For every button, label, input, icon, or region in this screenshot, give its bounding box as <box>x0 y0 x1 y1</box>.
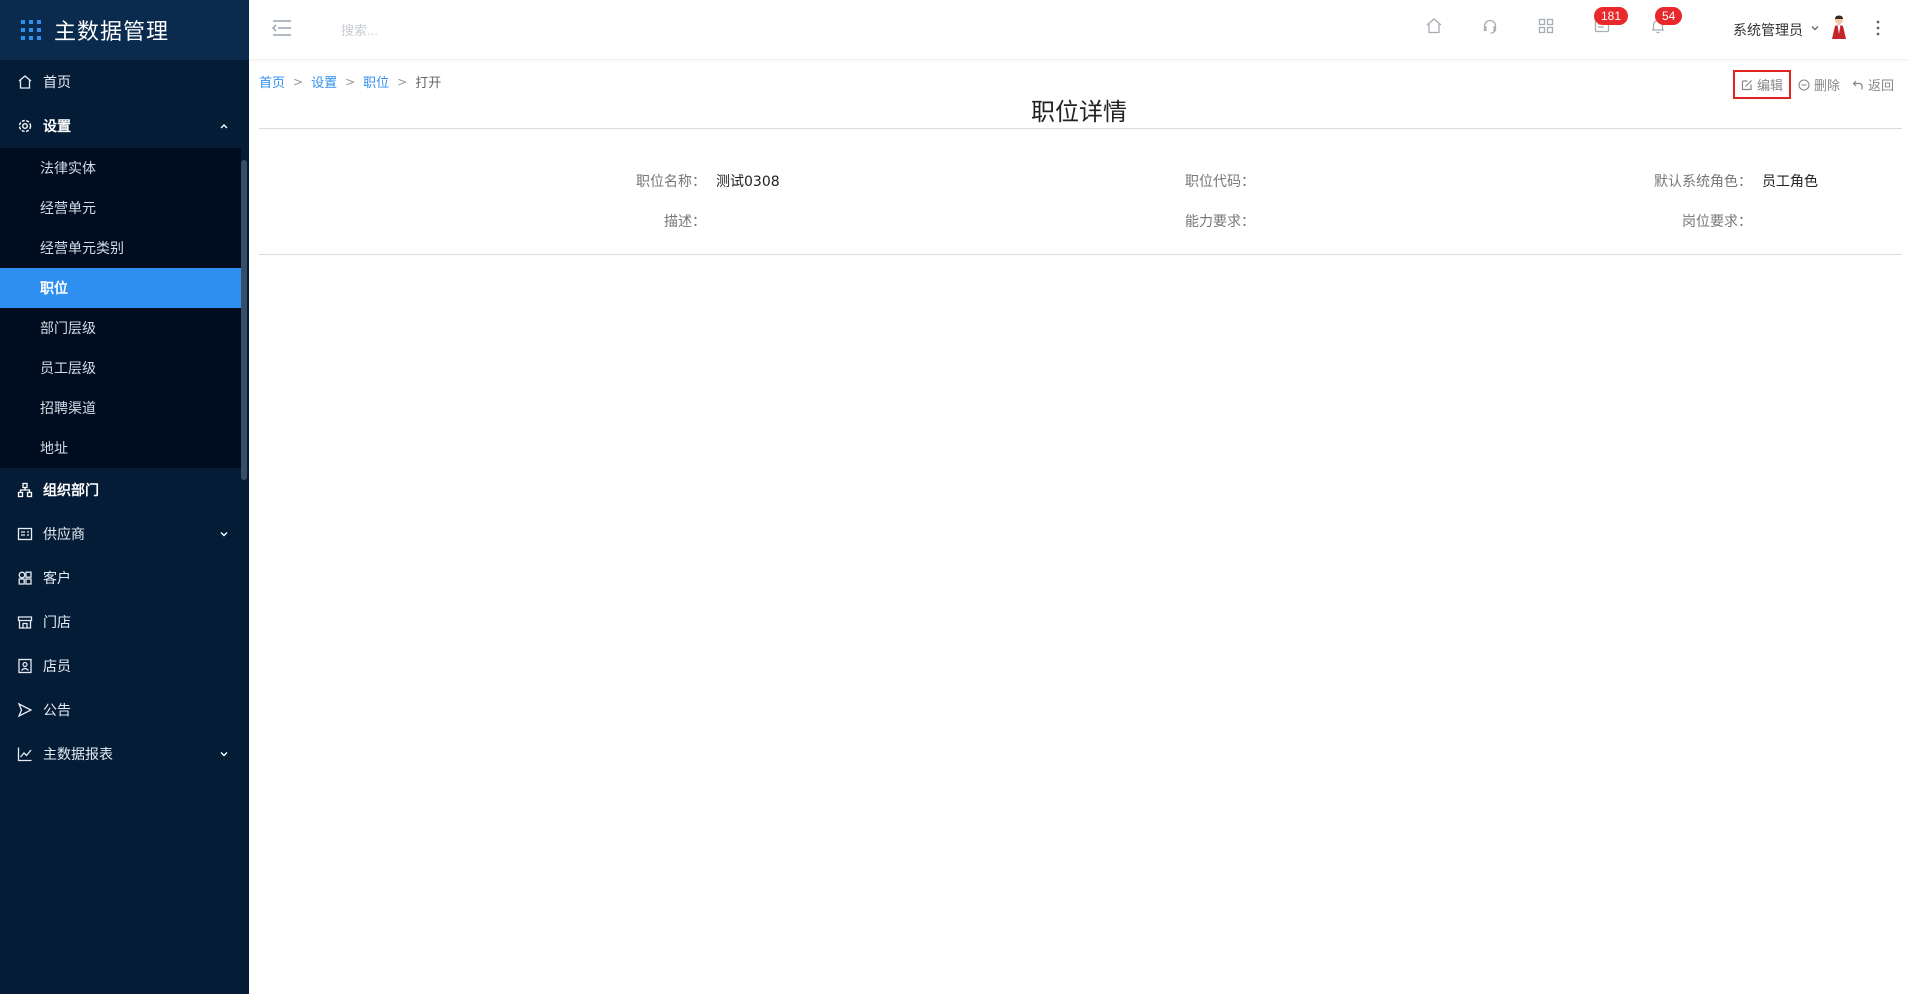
sidebar-subitem-position[interactable]: 职位 <box>0 268 241 308</box>
sidebar-item-org-department[interactable]: 组织部门 <box>0 468 249 512</box>
sidebar-item-label: 供应商 <box>43 527 85 543</box>
default-role-value: 员工角色 <box>1762 174 1818 190</box>
breadcrumb-settings[interactable]: 设置 <box>311 72 337 91</box>
sidebar-scrollbar[interactable] <box>241 160 247 480</box>
post-requirement-label: 岗位要求： <box>1682 214 1752 230</box>
settings-submenu: 法律实体 经营单元 经营单元类别 职位 部门层级 员工层级 招聘渠道 地址 <box>0 148 241 468</box>
sidebar-header: 主数据管理 <box>0 0 249 60</box>
customer-icon <box>17 570 33 586</box>
more-vertical-icon[interactable] <box>1875 18 1881 38</box>
sidebar-subitem-department-level[interactable]: 部门层级 <box>0 308 241 348</box>
messages-badge: 181 <box>1594 7 1629 25</box>
breadcrumb-separator: > <box>293 74 304 89</box>
breadcrumb-current: 打开 <box>415 76 442 91</box>
sidebar-item-label: 主数据报表 <box>43 747 113 763</box>
user-name[interactable]: 系统管理员 <box>1733 20 1803 40</box>
details-divider <box>259 254 1902 255</box>
sidebar-item-announcement[interactable]: 公告 <box>0 688 249 732</box>
edit-icon <box>1741 79 1752 90</box>
sidebar-item-label: 设置 <box>43 119 71 135</box>
breadcrumb-position[interactable]: 职位 <box>363 72 389 91</box>
sidebar-item-label: 客户 <box>43 571 71 587</box>
notifications-badge: 54 <box>1655 7 1683 25</box>
position-name-value: 测试0308 <box>716 174 780 190</box>
sidebar-item-master-data-report[interactable]: 主数据报表 <box>0 732 249 776</box>
chevron-down-icon[interactable] <box>1810 23 1820 33</box>
sidebar-item-label: 首页 <box>43 75 71 91</box>
app-title: 主数据管理 <box>54 20 170 45</box>
sidebar-item-home[interactable]: 首页 <box>0 60 249 104</box>
search-input[interactable] <box>339 17 559 43</box>
default-role-label: 默认系统角色： <box>1654 174 1752 190</box>
store-icon <box>17 614 33 630</box>
clerk-icon <box>17 658 33 674</box>
avatar[interactable] <box>1829 14 1849 40</box>
sidebar-subitem-legal-entity[interactable]: 法律实体 <box>0 148 241 188</box>
sidebar-item-store[interactable]: 门店 <box>0 600 249 644</box>
announcement-icon <box>17 702 33 718</box>
home-icon[interactable] <box>1425 17 1443 35</box>
title-divider <box>259 128 1902 129</box>
ability-requirement-label: 能力要求： <box>1185 214 1255 230</box>
sidebar-subitem-recruitment-channel[interactable]: 招聘渠道 <box>0 388 241 428</box>
sidebar-item-label: 店员 <box>43 659 71 675</box>
menu-toggle-icon[interactable] <box>271 18 293 38</box>
main-content: 首页 > 设置 > 职位 > 打开 编辑 删除 返回 职位详情 职位名称： 测试… <box>249 60 1909 994</box>
sidebar-item-supplier[interactable]: 供应商 <box>0 512 249 556</box>
headset-icon[interactable] <box>1481 17 1499 35</box>
position-name-label: 职位名称： <box>636 174 706 190</box>
sidebar-subitem-address[interactable]: 地址 <box>0 428 241 468</box>
chevron-down-icon <box>220 752 228 757</box>
page-title: 职位详情 <box>1031 98 1127 126</box>
chevron-down-icon <box>220 532 228 537</box>
org-chart-icon <box>17 482 33 498</box>
sidebar-item-clerk[interactable]: 店员 <box>0 644 249 688</box>
breadcrumb-separator: > <box>345 74 356 89</box>
minus-circle-icon <box>1798 78 1810 91</box>
chart-icon <box>17 746 33 762</box>
gear-icon <box>17 118 33 134</box>
sidebar-subitem-employee-level[interactable]: 员工层级 <box>0 348 241 388</box>
grid-icon[interactable] <box>1537 17 1555 35</box>
home-icon <box>17 74 33 90</box>
sidebar-item-label: 门店 <box>43 615 71 631</box>
sidebar-item-customer[interactable]: 客户 <box>0 556 249 600</box>
breadcrumb: 首页 > 设置 > 职位 > 打开 <box>259 72 442 92</box>
supplier-icon <box>17 526 33 542</box>
position-code-label: 职位代码： <box>1185 174 1255 190</box>
sidebar-item-label: 组织部门 <box>43 483 99 499</box>
sidebar-subitem-business-unit-type[interactable]: 经营单元类别 <box>0 228 241 268</box>
breadcrumb-separator: > <box>397 74 408 89</box>
sidebar-subitem-business-unit[interactable]: 经营单元 <box>0 188 241 228</box>
breadcrumb-home[interactable]: 首页 <box>259 72 285 91</box>
topbar: 181 54 系统管理员 <box>249 0 1909 60</box>
sidebar-item-label: 公告 <box>43 703 71 719</box>
apps-grid-icon[interactable] <box>20 19 42 41</box>
sidebar-item-settings[interactable]: 设置 <box>0 104 249 148</box>
chevron-up-icon <box>220 124 228 129</box>
sidebar-menu: 首页 设置 法律实体 经营单元 经营单元类别 职位 部门层级 员工层级 招聘渠道… <box>0 60 249 776</box>
sidebar: 主数据管理 首页 设置 法律实体 经营单元 经营单元类别 职位 部门层级 员工层… <box>0 0 249 994</box>
back-arrow-icon <box>1852 80 1863 89</box>
description-label: 描述： <box>664 214 706 230</box>
